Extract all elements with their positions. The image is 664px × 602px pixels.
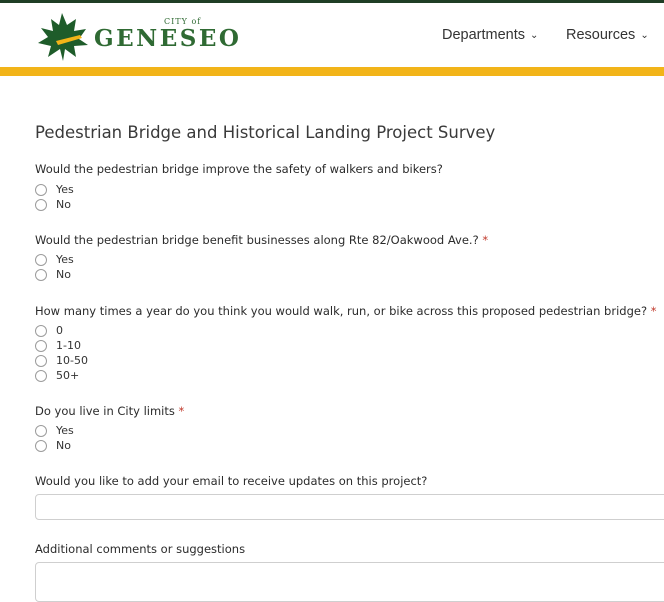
radio-icon[interactable] xyxy=(35,439,47,452)
radio-city-limits-no[interactable]: No xyxy=(35,438,71,453)
radio-icon[interactable] xyxy=(35,354,47,367)
radio-businesses-yes[interactable]: Yes xyxy=(35,252,74,267)
radio-icon[interactable] xyxy=(35,198,47,211)
radio-icon[interactable] xyxy=(35,324,47,337)
question-businesses: Would the pedestrian bridge benefit busi… xyxy=(35,233,488,247)
question-email-text: Would you like to add your email to rece… xyxy=(35,474,428,488)
radio-frequency-10-50[interactable]: 10-50 xyxy=(35,353,88,368)
radio-frequency-1-10[interactable]: 1-10 xyxy=(35,338,81,353)
email-field[interactable] xyxy=(35,494,664,520)
option-label: Yes xyxy=(56,424,74,437)
question-city-limits: Do you live in City limits * xyxy=(35,404,184,418)
radio-safety-yes[interactable]: Yes xyxy=(35,182,74,197)
header-gold-bar xyxy=(0,67,664,76)
chevron-down-icon: ⌄ xyxy=(640,30,649,41)
nav-departments-label: Departments xyxy=(442,27,526,43)
option-label: 50+ xyxy=(56,369,80,382)
required-marker: * xyxy=(650,304,657,318)
survey-title: Pedestrian Bridge and Historical Landing… xyxy=(35,123,496,142)
comments-textarea[interactable] xyxy=(35,562,664,602)
nav-departments[interactable]: Departments ⌄ xyxy=(442,27,538,43)
question-businesses-text: Would the pedestrian bridge benefit busi… xyxy=(35,233,479,247)
radio-frequency-50-plus[interactable]: 50+ xyxy=(35,368,79,383)
radio-icon[interactable] xyxy=(35,268,47,281)
question-safety-text: Would the pedestrian bridge improve the … xyxy=(35,162,443,176)
option-label: No xyxy=(56,439,71,452)
question-city-limits-text: Do you live in City limits xyxy=(35,404,175,418)
radio-frequency-0[interactable]: 0 xyxy=(35,323,63,338)
option-label: 0 xyxy=(56,324,63,337)
city-logo[interactable]: CITY of GENESEO xyxy=(36,11,239,63)
option-label: No xyxy=(56,198,71,211)
radio-icon[interactable] xyxy=(35,424,47,437)
chevron-down-icon: ⌄ xyxy=(530,30,539,41)
question-frequency: How many times a year do you think you w… xyxy=(35,304,656,318)
radio-icon[interactable] xyxy=(35,253,47,266)
option-label: 10-50 xyxy=(56,354,88,367)
site-header: CITY of GENESEO Departments ⌄ Resources ⌄ xyxy=(0,3,664,67)
radio-icon[interactable] xyxy=(35,183,47,196)
nav-resources-label: Resources xyxy=(566,27,636,43)
logo-wordmark: GENESEO xyxy=(94,25,242,52)
radio-city-limits-yes[interactable]: Yes xyxy=(35,423,74,438)
radio-businesses-no[interactable]: No xyxy=(35,267,71,282)
required-marker: * xyxy=(482,233,489,247)
question-comments-text: Additional comments or suggestions xyxy=(35,542,246,556)
radio-icon[interactable] xyxy=(35,369,47,382)
question-email: Would you like to add your email to rece… xyxy=(35,474,427,488)
option-label: 1-10 xyxy=(56,339,81,352)
question-comments: Additional comments or suggestions xyxy=(35,542,245,556)
required-marker: * xyxy=(178,404,185,418)
question-safety: Would the pedestrian bridge improve the … xyxy=(35,162,443,176)
maple-leaf-icon xyxy=(38,13,88,61)
option-label: Yes xyxy=(56,183,74,196)
option-label: Yes xyxy=(56,253,74,266)
option-label: No xyxy=(56,268,71,281)
nav-resources[interactable]: Resources ⌄ xyxy=(566,27,649,43)
question-frequency-text: How many times a year do you think you w… xyxy=(35,304,648,318)
radio-safety-no[interactable]: No xyxy=(35,197,71,212)
radio-icon[interactable] xyxy=(35,339,47,352)
